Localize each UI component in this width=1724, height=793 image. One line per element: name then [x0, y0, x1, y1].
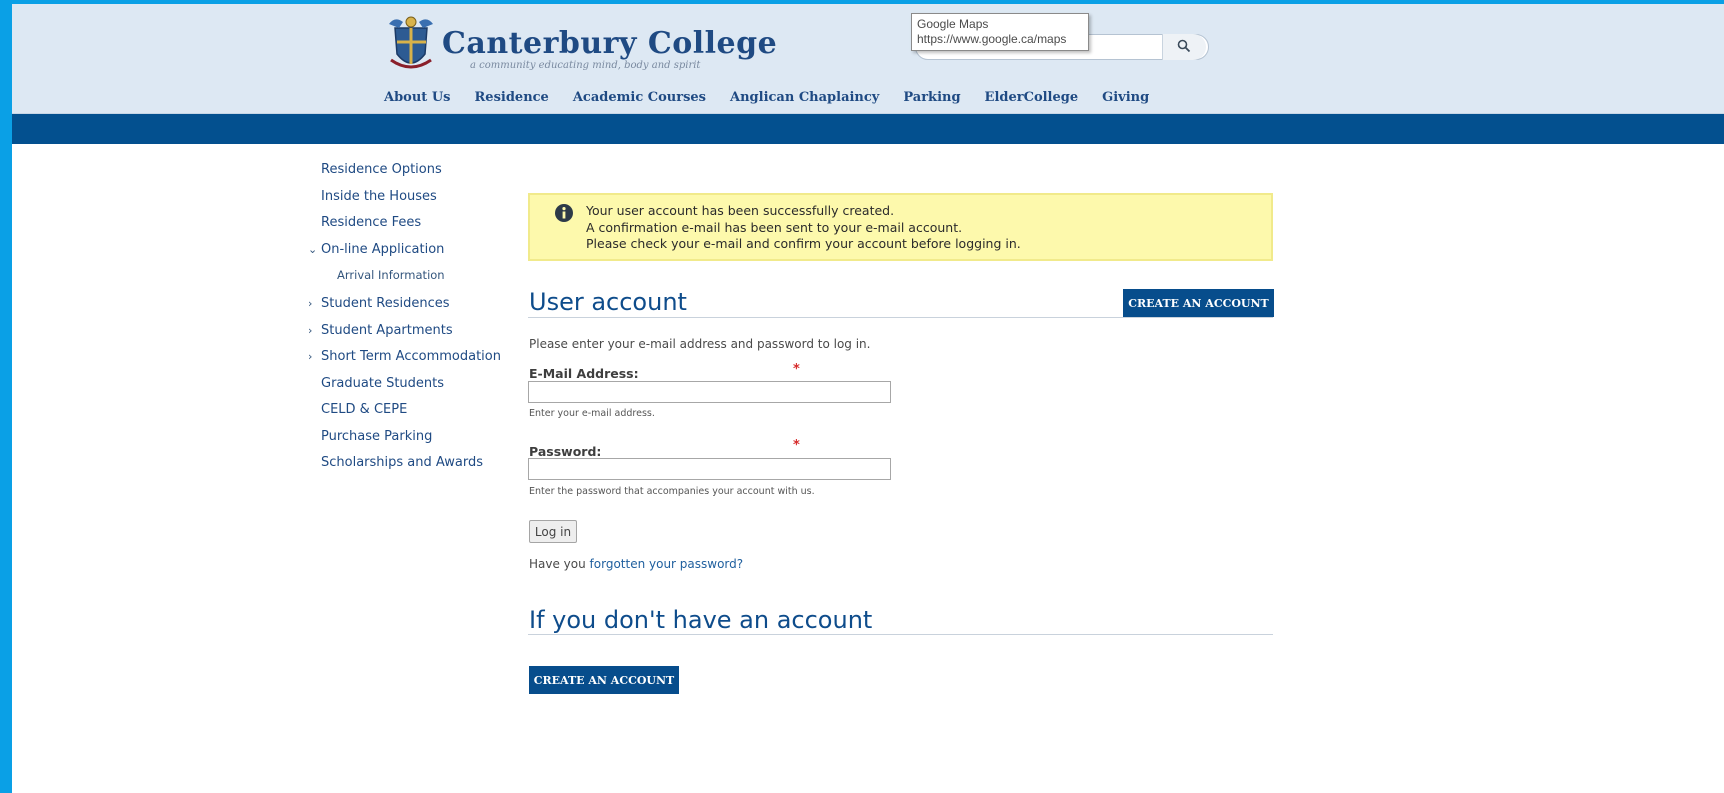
sidebar-item-student-apartments[interactable]: › Student Apartments — [308, 323, 501, 350]
email-label: E-Mail Address: — [529, 366, 639, 381]
sidebar-nav: Residence Options Inside the Houses Resi… — [308, 162, 501, 482]
chevron-right-icon: › — [308, 323, 313, 337]
nav-giving[interactable]: Giving — [1102, 90, 1149, 105]
sidebar-item-label: CELD & CEPE — [321, 402, 408, 417]
forgot-password-text: Have you forgotten your password? — [529, 557, 743, 571]
password-help-text: Enter the password that accompanies your… — [529, 486, 815, 497]
title-divider — [528, 317, 1273, 318]
college-crest-icon[interactable] — [385, 14, 437, 76]
login-button[interactable]: Log in — [529, 520, 577, 543]
status-line: A confirmation e-mail has been sent to y… — [586, 219, 963, 235]
forgot-password-link[interactable]: forgotten your password? — [590, 557, 744, 571]
site-header: Canterbury College a community educating… — [12, 4, 1724, 114]
sidebar-item-student-residences[interactable]: › Student Residences — [308, 296, 501, 323]
create-account-bottom-button[interactable]: CREATE AN ACCOUNT — [529, 666, 679, 694]
sidebar-item-arrival-information[interactable]: Arrival Information — [308, 268, 501, 296]
site-title[interactable]: Canterbury College — [442, 26, 777, 61]
link-tooltip: Google Maps https://www.google.ca/maps — [911, 13, 1089, 51]
sidebar-item-label: Residence Fees — [321, 215, 422, 230]
tooltip-url: https://www.google.ca/maps — [917, 32, 1067, 46]
search-button[interactable] — [1162, 34, 1206, 60]
password-label: Password: — [529, 444, 602, 459]
nav-academic-courses[interactable]: Academic Courses — [573, 90, 706, 105]
sidebar-item-label: Scholarships and Awards — [321, 455, 483, 470]
nav-about-us[interactable]: About Us — [384, 90, 451, 105]
create-account-button[interactable]: CREATE AN ACCOUNT — [1123, 289, 1274, 317]
info-icon — [555, 204, 573, 222]
search-icon — [1177, 39, 1191, 53]
forgot-prefix: Have you — [529, 557, 590, 571]
sidebar-item-graduate-students[interactable]: Graduate Students — [308, 376, 501, 403]
sidebar-item-label: Arrival Information — [337, 268, 445, 282]
main-nav: About Us Residence Academic Courses Angl… — [384, 90, 1173, 105]
sidebar-item-purchase-parking[interactable]: Purchase Parking — [308, 429, 501, 456]
sidebar-item-label: Residence Options — [321, 162, 442, 177]
login-instructions: Please enter your e-mail address and pas… — [529, 337, 871, 351]
nav-eldercollege[interactable]: ElderCollege — [985, 90, 1079, 105]
site-tagline: a community educating mind, body and spi… — [470, 60, 701, 71]
sidebar-item-scholarships-and-awards[interactable]: Scholarships and Awards — [308, 455, 501, 482]
sidebar-item-label: Student Apartments — [321, 322, 453, 338]
header-blue-bar — [12, 114, 1724, 144]
page-title: User account — [529, 288, 687, 316]
email-help-text: Enter your e-mail address. — [529, 408, 655, 419]
sidebar-item-inside-the-houses[interactable]: Inside the Houses — [308, 189, 501, 216]
status-line: Please check your e-mail and confirm you… — [586, 236, 1021, 251]
sidebar-item-residence-fees[interactable]: Residence Fees — [308, 215, 501, 242]
nav-anglican-chaplaincy[interactable]: Anglican Chaplaincy — [730, 90, 879, 105]
page: Canterbury College a community educating… — [12, 4, 1724, 793]
sidebar-item-label: On-line Application — [321, 241, 445, 257]
required-marker: * — [793, 362, 800, 377]
password-field[interactable] — [528, 458, 891, 480]
status-line: Your user account has been successfully … — [586, 203, 895, 218]
sidebar-item-short-term-accommodation[interactable]: › Short Term Accommodation — [308, 349, 501, 376]
sidebar-item-celd-cepe[interactable]: CELD & CEPE — [308, 402, 501, 429]
status-message: Your user account has been successfully … — [528, 193, 1273, 261]
no-account-divider — [528, 634, 1273, 635]
sidebar-item-online-application[interactable]: ⌄ On-line Application — [308, 242, 501, 269]
chevron-right-icon: › — [308, 350, 313, 363]
sidebar-item-label: Short Term Accommodation — [321, 349, 501, 364]
sidebar-item-label: Graduate Students — [321, 375, 445, 391]
sidebar-item-label: Inside the Houses — [321, 188, 437, 204]
tooltip-title: Google Maps — [917, 17, 989, 31]
status-message-text: Your user account has been successfully … — [586, 203, 1021, 253]
chevron-down-icon: ⌄ — [308, 242, 318, 256]
sidebar-item-label: Student Residences — [321, 296, 450, 311]
required-marker: * — [793, 438, 800, 453]
no-account-heading: If you don't have an account — [529, 606, 873, 634]
sidebar-item-label: Purchase Parking — [321, 428, 433, 444]
chevron-right-icon: › — [308, 297, 313, 310]
nav-parking[interactable]: Parking — [903, 90, 960, 105]
nav-residence[interactable]: Residence — [475, 90, 549, 105]
email-field[interactable] — [528, 381, 891, 403]
sidebar-item-residence-options[interactable]: Residence Options — [308, 162, 501, 189]
